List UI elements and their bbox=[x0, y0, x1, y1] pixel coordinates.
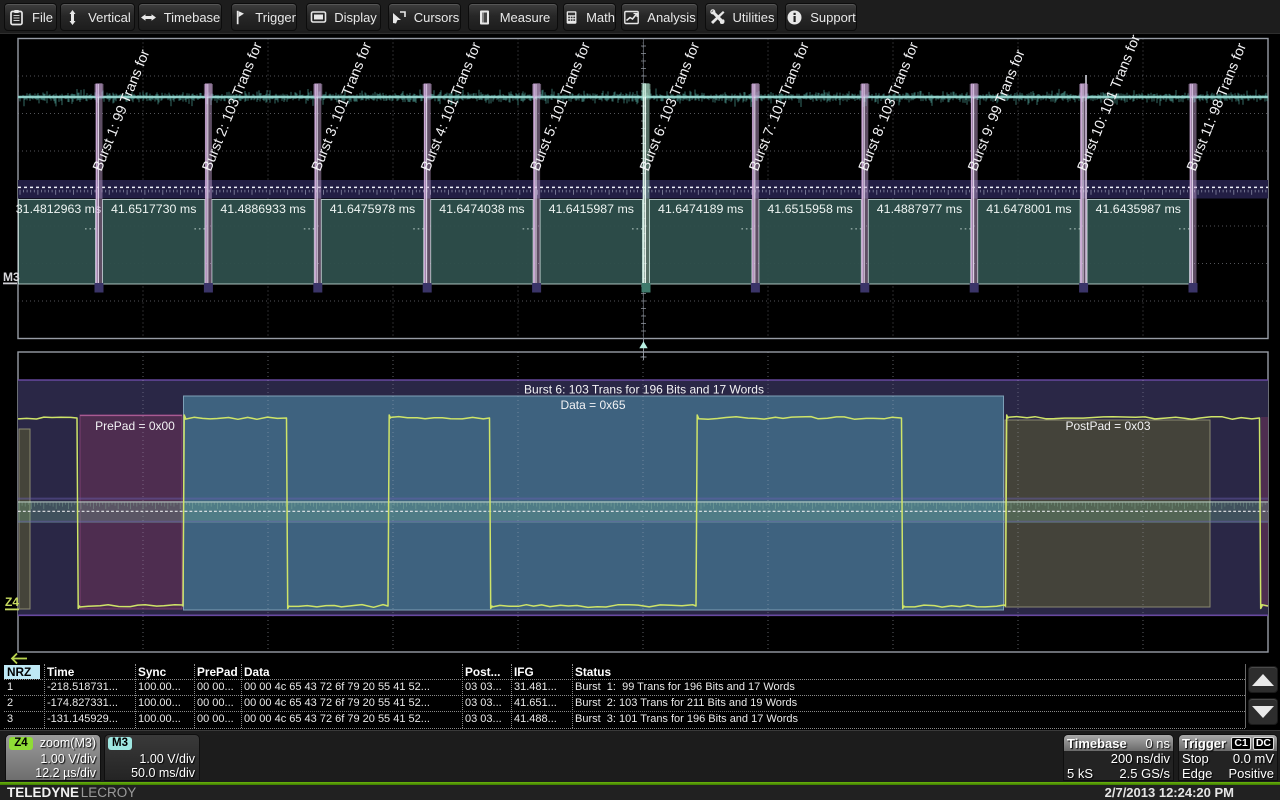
svg-text:PrePad = 0x00: PrePad = 0x00 bbox=[95, 419, 175, 433]
svg-text:41.6474038 ms: 41.6474038 ms bbox=[439, 202, 524, 216]
svg-text:41.6517730 ms: 41.6517730 ms bbox=[111, 202, 196, 216]
svg-text:41.6435987 ms: 41.6435987 ms bbox=[1096, 202, 1181, 216]
svg-text:41.6474189 ms: 41.6474189 ms bbox=[658, 202, 743, 216]
svg-text:41.4886933 ms: 41.4886933 ms bbox=[220, 202, 305, 216]
svg-text:Data = 0x65: Data = 0x65 bbox=[560, 398, 625, 412]
svg-text:41.6475978 ms: 41.6475978 ms bbox=[330, 202, 415, 216]
svg-text:Z4: Z4 bbox=[5, 595, 19, 609]
svg-text:41.4887977 ms: 41.4887977 ms bbox=[877, 202, 962, 216]
svg-text:M3: M3 bbox=[3, 270, 20, 284]
svg-text:41.6415987 ms: 41.6415987 ms bbox=[549, 202, 634, 216]
svg-text:41.6515958 ms: 41.6515958 ms bbox=[767, 202, 852, 216]
svg-text:31.4812963 ms: 31.4812963 ms bbox=[16, 202, 101, 216]
svg-text:Burst 6: 103 Trans for 196 Bi: Burst 6: 103 Trans for 196 Bits and 17 W… bbox=[524, 383, 764, 397]
svg-text:41.6478001 ms: 41.6478001 ms bbox=[986, 202, 1071, 216]
svg-text:PostPad = 0x03: PostPad = 0x03 bbox=[1065, 419, 1150, 433]
